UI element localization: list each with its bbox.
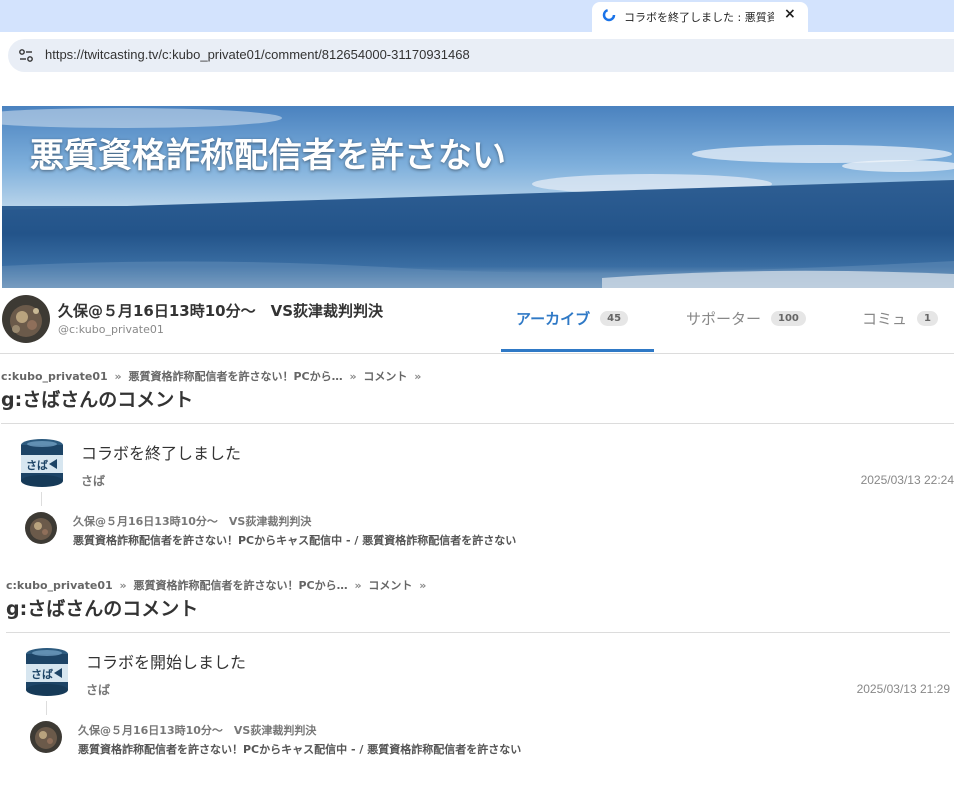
channel-id: @c:kubo_private01: [58, 323, 164, 336]
browser-tabstrip: コラボを終了しました : 悪質資格 ×: [0, 0, 954, 32]
tab-count-badge: 100: [771, 311, 806, 326]
thread-line: [41, 492, 42, 506]
comment-page-title: g:さばさんのコメント: [1, 389, 194, 411]
url-text[interactable]: https://twitcasting.tv/c:kubo_private01/…: [45, 47, 470, 62]
movie-owner-avatar[interactable]: [25, 512, 57, 544]
breadcrumb: c:kubo_private01 » 悪質資格詐称配信者を許さない！PCから… …: [1, 368, 424, 384]
breadcrumb-item[interactable]: c:kubo_private01: [6, 579, 113, 592]
saba-can-avatar[interactable]: さば: [24, 647, 70, 697]
thread-line: [46, 701, 47, 715]
breadcrumb: c:kubo_private01 » 悪質資格詐称配信者を許さない！PCから… …: [6, 577, 429, 593]
divider: [1, 423, 954, 424]
movie-title[interactable]: 久保@５月16日13時10分〜 VS荻津裁判判決: [73, 513, 311, 529]
comment-text: コラボを終了しました: [81, 444, 242, 463]
divider: [6, 632, 950, 633]
breadcrumb-item[interactable]: 悪質資格詐称配信者を許さない！PCから…: [128, 370, 342, 383]
tab-community[interactable]: コミュ 1: [862, 308, 938, 329]
comment-user[interactable]: さば: [86, 681, 110, 698]
breadcrumb-item[interactable]: 悪質資格詐称配信者を許さない！PCから…: [133, 579, 347, 592]
tab-count-badge: 45: [600, 311, 629, 326]
movie-subtitle[interactable]: 悪質資格詐称配信者を許さない！PCからキャス配信中 - / 悪質資格詐称配信者を…: [73, 532, 516, 548]
tab-archive[interactable]: アーカイブ 45: [516, 308, 629, 329]
active-tab-indicator: [501, 349, 654, 352]
comment-text: コラボを開始しました: [86, 653, 247, 672]
comment-page-title: g:さばさんのコメント: [6, 598, 199, 620]
breadcrumb-separator: »: [349, 370, 357, 383]
movie-title[interactable]: 久保@５月16日13時10分〜 VS荻津裁判判決: [78, 722, 316, 738]
banner-title: 悪質資格詐称配信者を許さない: [30, 136, 506, 176]
tab-label: サポーター: [686, 310, 762, 328]
breadcrumb-item[interactable]: c:kubo_private01: [1, 370, 108, 383]
tab-title: コラボを終了しました : 悪質資格: [624, 11, 774, 24]
channel-avatar[interactable]: [2, 295, 50, 343]
tab-close-icon[interactable]: ×: [784, 6, 796, 22]
tab-label: コミュ: [862, 310, 908, 328]
site-settings-icon[interactable]: [18, 48, 34, 64]
movie-owner-avatar[interactable]: [30, 721, 62, 753]
channel-banner: 悪質資格詐称配信者を許さない: [2, 106, 954, 288]
browser-toolbar: https://twitcasting.tv/c:kubo_private01/…: [0, 32, 954, 104]
tab-label: アーカイブ: [516, 310, 591, 328]
breadcrumb-separator: »: [414, 370, 422, 383]
can-label: さば: [26, 458, 48, 472]
breadcrumb-separator: »: [119, 579, 127, 592]
profile-bar: 久保@５月16日13時10分〜 VS荻津裁判判決 @c:kubo_private…: [0, 288, 954, 354]
breadcrumb-item[interactable]: コメント: [363, 370, 407, 383]
loading-icon: [602, 8, 616, 22]
saba-can-avatar[interactable]: さば: [19, 438, 65, 488]
breadcrumb-separator: »: [419, 579, 427, 592]
can-label: さば: [31, 667, 53, 681]
breadcrumb-separator: »: [114, 370, 122, 383]
comment-timestamp: 2025/03/13 21:29: [856, 682, 950, 696]
comment-timestamp: 2025/03/13 22:24: [860, 473, 954, 487]
tab-count-badge: 1: [917, 311, 938, 326]
tab-supporters[interactable]: サポーター 100: [686, 308, 806, 329]
breadcrumb-separator: »: [354, 579, 362, 592]
breadcrumb-item[interactable]: コメント: [368, 579, 412, 592]
browser-tab[interactable]: コラボを終了しました : 悪質資格 ×: [592, 2, 808, 32]
comment-user[interactable]: さば: [81, 472, 105, 489]
movie-subtitle[interactable]: 悪質資格詐称配信者を許さない！PCからキャス配信中 - / 悪質資格詐称配信者を…: [78, 741, 521, 757]
address-bar[interactable]: https://twitcasting.tv/c:kubo_private01/…: [8, 39, 954, 72]
channel-name[interactable]: 久保@５月16日13時10分〜 VS荻津裁判判決: [58, 300, 383, 321]
